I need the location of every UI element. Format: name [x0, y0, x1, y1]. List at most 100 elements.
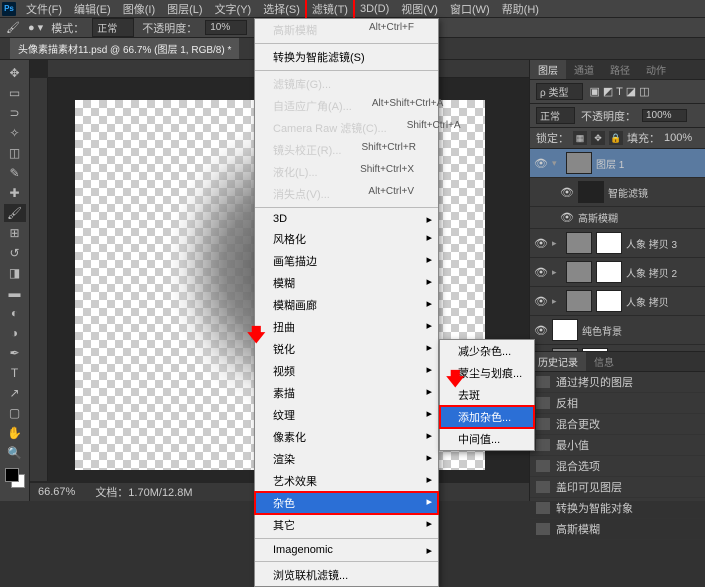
filter-lens[interactable]: 镜头校正(R)...Shift+Ctrl+R — [255, 139, 438, 161]
layer-opacity[interactable]: 100% — [642, 109, 687, 122]
layers-tab[interactable]: 图层 — [530, 60, 566, 79]
filter-render[interactable]: 渲染 — [255, 448, 438, 470]
path-tool-icon[interactable]: ↗ — [4, 384, 26, 402]
filter-stylize[interactable]: 风格化 — [255, 228, 438, 250]
info-tab[interactable]: 信息 — [586, 352, 622, 371]
brush-preset-icon[interactable]: ● ▾ — [28, 21, 43, 34]
menu-window[interactable]: 窗口(W) — [444, 0, 496, 19]
filter-other[interactable]: 其它 — [255, 514, 438, 536]
history-tab[interactable]: 历史记录 — [530, 352, 586, 371]
type-tool-icon[interactable]: T — [4, 364, 26, 382]
shape-tool-icon[interactable]: ▢ — [4, 404, 26, 422]
lock-position-icon[interactable]: ✥ — [591, 131, 605, 145]
history-item[interactable]: 高斯模糊 — [530, 519, 705, 540]
filter-last[interactable]: 高斯模糊Alt+Ctrl+F — [255, 19, 438, 41]
filter-browse[interactable]: 浏览联机滤镜... — [255, 564, 438, 586]
filter-video[interactable]: 视频 — [255, 360, 438, 382]
marquee-tool-icon[interactable]: ▭ — [4, 84, 26, 102]
layer-row[interactable]: 👁高斯模糊 — [530, 207, 705, 229]
filter-artistic[interactable]: 艺术效果 — [255, 470, 438, 492]
visibility-icon[interactable]: 👁 — [534, 157, 548, 170]
filter-adaptive[interactable]: 自适应广角(A)...Alt+Shift+Ctrl+A — [255, 95, 438, 117]
opacity-select[interactable]: 10% — [205, 20, 247, 35]
brush-tool-icon[interactable]: 🖌 — [4, 204, 26, 222]
filter-brush[interactable]: 画笔描边 — [255, 250, 438, 272]
filter-icons[interactable]: ▣ ◩ T ◪ ◫ — [589, 85, 649, 98]
gradient-tool-icon[interactable]: ▬ — [4, 284, 26, 302]
filter-vanish[interactable]: 消失点(V)...Alt+Ctrl+V — [255, 183, 438, 205]
menu-edit[interactable]: 编辑(E) — [68, 0, 117, 19]
menu-file[interactable]: 文件(F) — [20, 0, 68, 19]
paths-tab[interactable]: 路径 — [602, 60, 638, 79]
menu-3d[interactable]: 3D(D) — [354, 1, 395, 17]
visibility-icon[interactable]: 👁 — [534, 266, 548, 279]
history-item[interactable]: 盖印可见图层 — [530, 477, 705, 498]
filter-pixelate[interactable]: 像素化 — [255, 426, 438, 448]
lock-all-icon[interactable]: 🔒 — [609, 131, 623, 145]
filter-sharpen[interactable]: 锐化 — [255, 338, 438, 360]
stamp-tool-icon[interactable]: ⊞ — [4, 224, 26, 242]
filter-smart[interactable]: 转换为智能滤镜(S) — [255, 46, 438, 68]
document-tab[interactable]: 头像素描素材11.psd @ 66.7% (图层 1, RGB/8) * — [10, 38, 239, 59]
blur-tool-icon[interactable]: ◐ — [4, 304, 26, 322]
noise-median[interactable]: 中间值... — [440, 428, 534, 450]
history-item[interactable]: 转换为智能对象 — [530, 498, 705, 519]
noise-add[interactable]: 添加杂色... — [440, 406, 534, 428]
filter-3d[interactable]: 3D — [255, 210, 438, 228]
filter-cameraraw[interactable]: Camera Raw 滤镜(C)...Shift+Ctrl+A — [255, 117, 438, 139]
history-item[interactable]: 混合更改 — [530, 414, 705, 435]
lasso-tool-icon[interactable]: ⊃ — [4, 104, 26, 122]
layer-row[interactable]: 👁▸人象 拷贝 — [530, 287, 705, 316]
visibility-icon[interactable]: 👁 — [560, 211, 574, 224]
zoom-readout[interactable]: 66.67% — [38, 486, 75, 498]
filter-imagenomic[interactable]: Imagenomic — [255, 541, 438, 559]
heal-tool-icon[interactable]: ✚ — [4, 184, 26, 202]
crop-tool-icon[interactable]: ◫ — [4, 144, 26, 162]
filter-sketch[interactable]: 素描 — [255, 382, 438, 404]
history-item[interactable]: 混合选项 — [530, 456, 705, 477]
history-item[interactable]: 反相 — [530, 393, 705, 414]
menu-type[interactable]: 文字(Y) — [209, 0, 258, 19]
hand-tool-icon[interactable]: ✋ — [4, 424, 26, 442]
blend-mode[interactable]: 正常 — [536, 107, 575, 124]
color-swatches[interactable] — [5, 468, 25, 488]
layer-fill[interactable]: 100% — [664, 132, 692, 144]
menu-view[interactable]: 视图(V) — [395, 0, 444, 19]
menu-select[interactable]: 选择(S) — [257, 0, 306, 19]
filter-noise[interactable]: 杂色 — [255, 492, 438, 514]
noise-reduce[interactable]: 减少杂色... — [440, 340, 534, 362]
layer-row[interactable]: 👁智能滤镜 — [530, 178, 705, 207]
zoom-tool-icon[interactable]: 🔍 — [4, 444, 26, 462]
menu-help[interactable]: 帮助(H) — [496, 0, 545, 19]
visibility-icon[interactable]: 👁 — [534, 237, 548, 250]
filter-blur[interactable]: 模糊 — [255, 272, 438, 294]
layer-row[interactable]: 👁▸人象 拷贝 2 — [530, 258, 705, 287]
visibility-icon[interactable]: 👁 — [560, 186, 574, 199]
move-tool-icon[interactable]: ✥ — [4, 64, 26, 82]
filter-gallery[interactable]: 滤镜库(G)... — [255, 73, 438, 95]
tool-preset-icon[interactable]: 🖌 — [6, 21, 20, 34]
history-brush-icon[interactable]: ↺ — [4, 244, 26, 262]
channels-tab[interactable]: 通道 — [566, 60, 602, 79]
filter-liquify[interactable]: 液化(L)...Shift+Ctrl+X — [255, 161, 438, 183]
visibility-icon[interactable]: 👁 — [534, 295, 548, 308]
mode-select[interactable]: 正常 — [92, 18, 134, 37]
history-item[interactable]: 最小值 — [530, 435, 705, 456]
eyedrop-tool-icon[interactable]: ✎ — [4, 164, 26, 182]
filter-texture[interactable]: 纹理 — [255, 404, 438, 426]
filter-blurgallery[interactable]: 模糊画廊 — [255, 294, 438, 316]
visibility-icon[interactable]: 👁 — [534, 324, 548, 337]
layer-row[interactable]: 👁▾图层 1 — [530, 149, 705, 178]
menu-filter[interactable]: 滤镜(T) — [306, 0, 354, 19]
history-item[interactable]: 通过拷贝的图层 — [530, 372, 705, 393]
lock-pixels-icon[interactable]: ▦ — [573, 131, 587, 145]
menu-image[interactable]: 图像(I) — [117, 0, 161, 19]
filter-distort[interactable]: 扭曲 — [255, 316, 438, 338]
wand-tool-icon[interactable]: ✧ — [4, 124, 26, 142]
layer-row[interactable]: 👁▸人象 拷贝 3 — [530, 229, 705, 258]
dodge-tool-icon[interactable]: ◑ — [4, 324, 26, 342]
layer-filter[interactable]: ρ 类型 — [536, 83, 583, 100]
menu-layer[interactable]: 图层(L) — [161, 0, 208, 19]
actions-tab[interactable]: 动作 — [638, 60, 674, 79]
pen-tool-icon[interactable]: ✒ — [4, 344, 26, 362]
